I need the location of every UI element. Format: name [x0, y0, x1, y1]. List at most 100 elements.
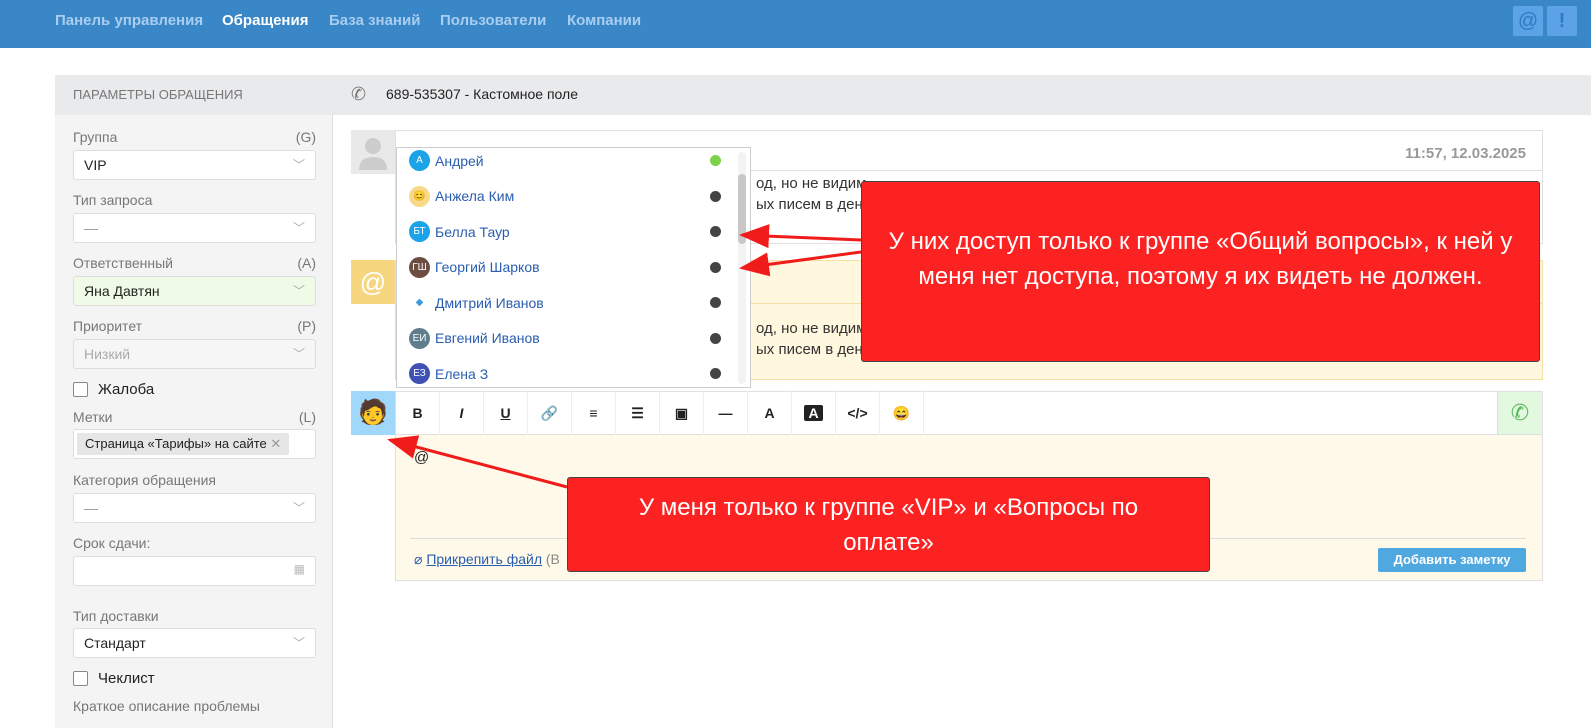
chevron-down-icon: ﹀: [292, 158, 305, 172]
editor-content[interactable]: @: [414, 449, 429, 466]
ticket-title: 689-535307 - Кастомное поле: [386, 86, 578, 102]
phone-icon: ✆: [351, 84, 367, 104]
status-dot: [710, 297, 721, 308]
mention-option[interactable]: БТ Белла Таур: [397, 214, 737, 249]
delivery-value: Стандарт: [84, 635, 146, 651]
group-select[interactable]: VIP ﹀: [73, 150, 316, 180]
email-avatar-icon: @: [351, 260, 395, 304]
font-color-icon[interactable]: A: [748, 391, 792, 435]
message-body: од, но не видим ых писем в ден: [756, 173, 866, 215]
assignee-key: (A): [297, 255, 316, 271]
request-type-label: Тип запроса: [73, 192, 153, 208]
mention-option[interactable]: А Андрей: [397, 148, 737, 178]
priority-value: Низкий: [84, 346, 131, 362]
background-color-icon[interactable]: A: [792, 391, 836, 435]
status-dot: [710, 190, 721, 202]
bullet-list-icon[interactable]: ☰: [616, 391, 660, 435]
group-label: Группа: [73, 129, 118, 145]
user-name: Анжела Ким: [435, 188, 515, 204]
delivery-select[interactable]: Стандарт ﹀: [73, 628, 316, 658]
image-icon[interactable]: ▣: [660, 391, 704, 435]
priority-key: (P): [297, 318, 316, 334]
scrollbar-thumb[interactable]: [738, 174, 746, 244]
mention-option[interactable]: ГШ Георгий Шарков: [397, 250, 737, 285]
message-line: од, но не видим: [756, 320, 867, 337]
tags-key: (L): [298, 409, 316, 425]
assignee-select[interactable]: Яна Давтян ﹀: [73, 276, 316, 306]
tags-label: Метки: [73, 409, 113, 425]
status-dot: [710, 368, 721, 379]
mention-icon[interactable]: @: [1513, 6, 1543, 36]
annotation-callout-bottom: У меня только к группе «VIP» и «Вопросы …: [567, 477, 1210, 572]
message-line: ых писем в ден: [756, 341, 863, 358]
user-silhouette-icon: [359, 138, 387, 170]
mention-option[interactable]: ◆ Дмитрий Иванов: [397, 285, 737, 320]
ticket-header: ✆ 689-535307 - Кастомное поле: [333, 75, 1591, 115]
horizontal-rule-icon[interactable]: —: [704, 391, 748, 435]
mention-option[interactable]: 😊 Анжела Ким: [397, 179, 737, 214]
priority-select[interactable]: Низкий ﹀: [73, 339, 316, 369]
tags-input[interactable]: Страница «Тарифы» на сайте ✕: [73, 429, 316, 459]
scrollbar[interactable]: [738, 152, 746, 384]
user-name: Белла Таур: [435, 223, 510, 240]
user-name: Елена З: [435, 365, 489, 382]
status-dot: [710, 226, 721, 237]
remove-tag-icon[interactable]: ✕: [270, 436, 281, 451]
link-icon[interactable]: 🔗: [528, 391, 572, 435]
user-avatar: ЕЗ: [409, 363, 430, 384]
bold-icon[interactable]: B: [396, 391, 440, 435]
message-body: од, но не видим ых писем в ден: [756, 318, 866, 360]
user-name: Дмитрий Иванов: [435, 294, 544, 311]
category-select[interactable]: — ﹀: [73, 493, 316, 523]
request-type-select[interactable]: — ﹀: [73, 213, 316, 243]
nav-tickets[interactable]: Обращения: [222, 12, 308, 29]
checklist-checkbox[interactable]: [73, 671, 88, 686]
italic-icon[interactable]: I: [440, 391, 484, 435]
status-dot: [710, 332, 721, 344]
ordered-list-icon[interactable]: ≡: [572, 391, 616, 435]
mention-dropdown: А Андрей 😊 Анжела Ким БТ Белла Таур ГШ Георгий …: [396, 147, 751, 388]
user-avatar: ◆: [409, 292, 430, 313]
status-dot: [710, 155, 721, 166]
user-name: Андрей: [435, 152, 484, 169]
warning-icon[interactable]: !: [1547, 6, 1577, 36]
ticket-params-panel: ПАРАМЕТРЫ ОБРАЩЕНИЯ Группа (G) VIP ﹀ Тип …: [55, 75, 333, 728]
group-key: (G): [295, 129, 316, 145]
call-button[interactable]: ✆: [1497, 392, 1542, 434]
user-avatar: А: [409, 150, 430, 171]
user-avatar: [351, 130, 395, 174]
code-icon[interactable]: </>: [836, 391, 880, 435]
complaint-checkbox[interactable]: [73, 382, 88, 397]
message-timestamp: 11:57, 12.03.2025: [1405, 145, 1526, 162]
underline-icon[interactable]: U: [484, 391, 528, 435]
emoji-icon[interactable]: 😄: [880, 391, 924, 435]
nav-users[interactable]: Пользователи: [440, 12, 546, 29]
tag-text: Страница «Тарифы» на сайте: [85, 436, 267, 451]
priority-label: Приоритет: [73, 318, 143, 334]
mention-option[interactable]: ЕИ Евгений Иванов: [397, 321, 737, 356]
top-nav-bar: Панель управления Обращения База знаний …: [0, 0, 1591, 48]
chevron-down-icon: ﹀: [292, 221, 305, 235]
deadline-input[interactable]: ▦: [73, 556, 316, 586]
short-desc-label: Краткое описание проблемы: [73, 698, 260, 714]
attach-hint: (В: [545, 551, 560, 567]
user-avatar: ЕИ: [409, 327, 430, 349]
mention-option[interactable]: ЕЗ Елена З: [397, 356, 737, 387]
chevron-down-icon: ﹀: [292, 501, 305, 515]
user-avatar: 😊: [409, 185, 430, 207]
nav-companies[interactable]: Компании: [567, 12, 641, 29]
attach-file-link[interactable]: ⌀ Прикрепить файл (В: [414, 551, 560, 568]
add-note-button[interactable]: Добавить заметку: [1378, 548, 1526, 572]
assignee-label: Ответственный: [73, 255, 173, 271]
calendar-icon[interactable]: ▦: [294, 562, 305, 576]
chevron-down-icon: ﹀: [292, 636, 305, 650]
my-avatar: 🧑: [351, 391, 395, 435]
tag-chip: Страница «Тарифы» на сайте ✕: [77, 433, 290, 455]
message-line: од, но не видим: [756, 175, 867, 192]
chevron-down-icon: ﹀: [292, 284, 305, 298]
panel-title: ПАРАМЕТРЫ ОБРАЩЕНИЯ: [55, 75, 333, 115]
nav-knowledge-base[interactable]: База знаний: [329, 12, 420, 29]
nav-dashboard[interactable]: Панель управления: [55, 12, 203, 29]
message-line: ых писем в ден: [756, 196, 863, 213]
paperclip-icon: ⌀: [414, 551, 423, 567]
